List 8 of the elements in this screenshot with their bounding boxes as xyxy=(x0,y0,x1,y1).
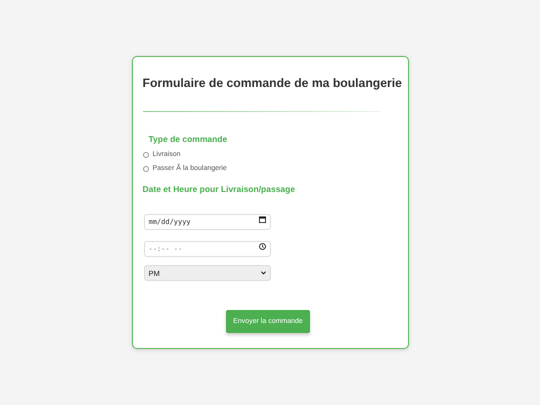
section-heading: Date et Heure pour Livraison/passage xyxy=(142,184,296,194)
clock-icon xyxy=(258,242,266,250)
section-heading: Type de commande xyxy=(148,134,228,144)
chevron-down-icon xyxy=(260,271,266,275)
radio-button[interactable] xyxy=(142,166,148,172)
form-title: Formulaire de commande de ma boulangerie xyxy=(142,75,400,91)
radio-button[interactable] xyxy=(142,152,148,158)
calendar-icon xyxy=(258,216,266,222)
